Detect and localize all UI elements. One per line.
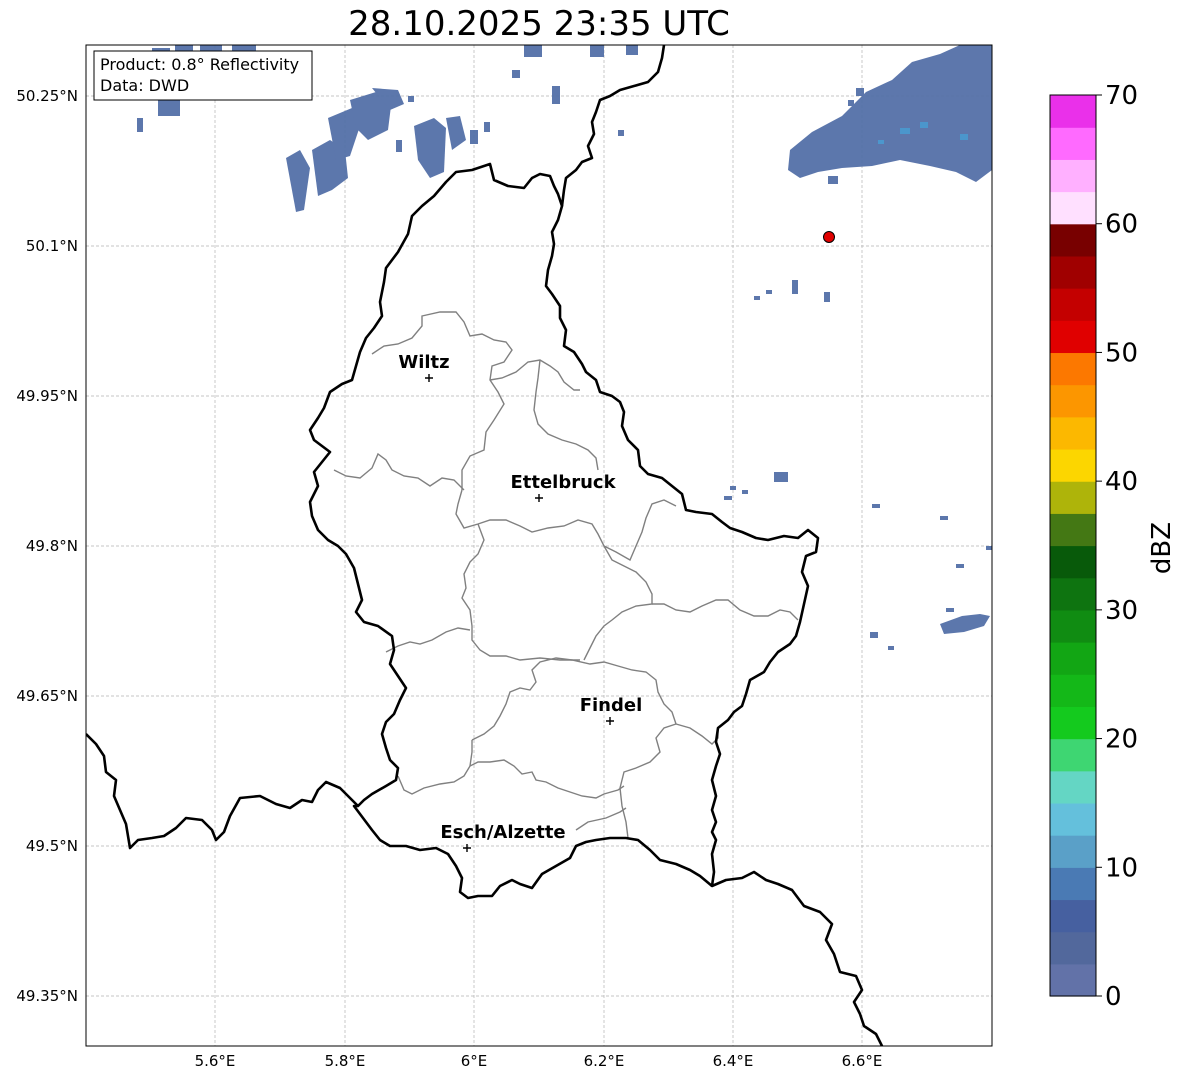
longitude-tick-labels: 5.6°E 5.8°E 6°E 6.2°E 6.4°E 6.6°E <box>195 1052 883 1070</box>
city-label-ettelbruck: Ettelbruck <box>510 472 616 493</box>
colorbar-tick-label: 10 <box>1105 853 1138 883</box>
colorbar-swatch <box>1050 448 1096 482</box>
city-label-findel: Findel <box>580 695 643 716</box>
colorbar-swatch <box>1050 642 1096 675</box>
map-area <box>86 45 992 1046</box>
colorbar-swatch <box>1050 802 1096 836</box>
lon-tick-label: 6°E <box>461 1052 488 1070</box>
colorbar-swatch <box>1050 577 1096 611</box>
colorbar-swatch <box>1050 159 1096 193</box>
colorbar-swatch <box>1050 223 1096 257</box>
lat-tick-label: 49.8°N <box>26 537 78 555</box>
colorbar-tick-label: 50 <box>1105 338 1138 368</box>
info-product: Product: 0.8° Reflectivity <box>100 55 299 74</box>
radar-map-figure: Product: 0.8° Reflectivity Data: DWD Wil… <box>16 44 1177 1070</box>
colorbar-swatch <box>1050 609 1096 643</box>
colorbar-swatch <box>1050 320 1096 354</box>
colorbar-tick-label: 0 <box>1105 982 1122 1012</box>
lat-tick-label: 49.65°N <box>16 687 78 705</box>
colorbar-swatch <box>1050 545 1096 579</box>
colorbar <box>1050 95 1096 997</box>
radar-site-marker <box>823 231 835 243</box>
colorbar-swatch <box>1050 738 1096 772</box>
colorbar-tick-label: 60 <box>1105 210 1138 240</box>
info-box: Product: 0.8° Reflectivity Data: DWD <box>93 50 313 101</box>
colorbar-swatch <box>1050 288 1096 321</box>
colorbar-swatch <box>1050 127 1096 160</box>
colorbar-swatch <box>1050 255 1096 289</box>
lon-tick-label: 6.6°E <box>842 1052 883 1070</box>
info-data-source: Data: DWD <box>100 76 189 95</box>
colorbar-swatch <box>1050 899 1096 933</box>
lat-tick-label: 49.35°N <box>16 987 78 1005</box>
colorbar-swatch <box>1050 352 1096 386</box>
colorbar-swatch <box>1050 95 1096 128</box>
colorbar-swatch <box>1050 481 1096 514</box>
colorbar-swatch <box>1050 867 1096 901</box>
colorbar-swatch <box>1050 835 1096 868</box>
lon-tick-label: 6.2°E <box>584 1052 625 1070</box>
lat-tick-label: 50.1°N <box>26 237 78 255</box>
colorbar-swatch <box>1050 674 1096 707</box>
colorbar-label: dBZ <box>1147 522 1177 574</box>
lat-tick-label: 49.5°N <box>26 837 78 855</box>
colorbar-swatch <box>1050 416 1096 450</box>
colorbar-ticks: 0 10 20 30 40 50 60 70 <box>1096 81 1138 1012</box>
colorbar-tick-label: 20 <box>1105 725 1138 755</box>
colorbar-swatch <box>1050 770 1096 804</box>
colorbar-swatch <box>1050 513 1096 547</box>
colorbar-swatch <box>1050 931 1096 965</box>
city-label-wiltz: Wiltz <box>398 352 449 373</box>
colorbar-swatch <box>1050 706 1096 740</box>
lon-tick-label: 5.6°E <box>195 1052 236 1070</box>
lat-tick-label: 50.25°N <box>16 87 78 105</box>
colorbar-swatch <box>1050 191 1096 225</box>
lon-tick-label: 5.8°E <box>325 1052 366 1070</box>
lat-tick-label: 49.95°N <box>16 387 78 405</box>
colorbar-tick-label: 30 <box>1105 596 1138 626</box>
colorbar-swatch <box>1050 963 1096 997</box>
colorbar-swatch <box>1050 384 1096 418</box>
colorbar-tick-label: 70 <box>1105 81 1138 111</box>
colorbar-tick-label: 40 <box>1105 467 1138 497</box>
latitude-tick-labels: 50.25°N 50.1°N 49.95°N 49.8°N 49.65°N 49… <box>16 87 78 1005</box>
lon-tick-label: 6.4°E <box>713 1052 754 1070</box>
city-label-esch-alzette: Esch/Alzette <box>440 822 565 843</box>
